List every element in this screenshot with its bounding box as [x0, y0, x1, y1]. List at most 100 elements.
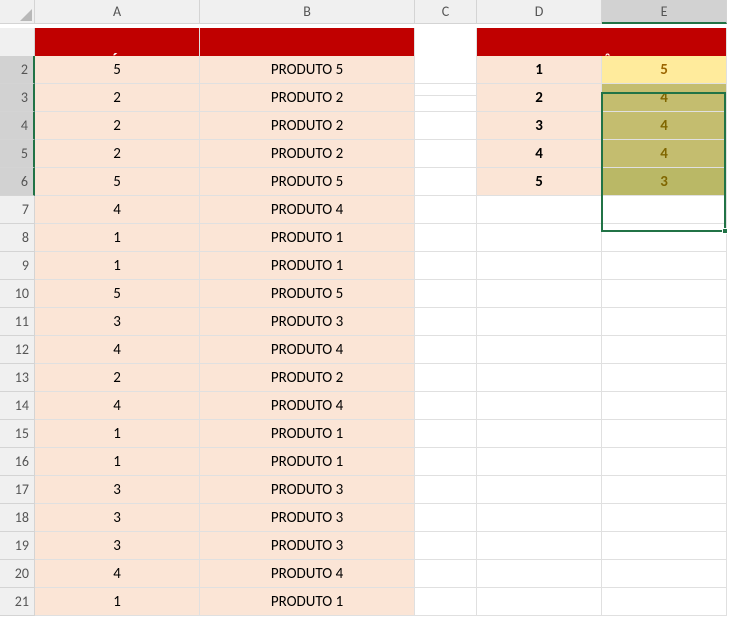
row-header-14[interactable]: 14: [0, 392, 35, 420]
cell-d10[interactable]: [477, 280, 602, 308]
cell-b4[interactable]: PRODUTO 2: [200, 112, 415, 140]
row-header-17[interactable]: 17: [0, 476, 35, 504]
cell-e5[interactable]: 4: [602, 140, 727, 168]
cell-e21[interactable]: [602, 588, 727, 616]
cell-c6[interactable]: [415, 168, 477, 196]
cell-c15[interactable]: [415, 420, 477, 448]
cell-e15[interactable]: [602, 420, 727, 448]
cell-a12[interactable]: 4: [35, 336, 200, 364]
cell-b18[interactable]: PRODUTO 3: [200, 504, 415, 532]
cell-d12[interactable]: [477, 336, 602, 364]
cell-c21[interactable]: [415, 588, 477, 616]
cell-b6[interactable]: PRODUTO 5: [200, 168, 415, 196]
cell-b21[interactable]: PRODUTO 1: [200, 588, 415, 616]
cell-e20[interactable]: [602, 560, 727, 588]
cell-a21[interactable]: 1: [35, 588, 200, 616]
cell-a11[interactable]: 3: [35, 308, 200, 336]
cell-b11[interactable]: PRODUTO 3: [200, 308, 415, 336]
cell-d2[interactable]: 1: [477, 56, 602, 84]
cell-e16[interactable]: [602, 448, 727, 476]
cell-a20[interactable]: 4: [35, 560, 200, 588]
cell-c11[interactable]: [415, 308, 477, 336]
row-header-10[interactable]: 10: [0, 280, 35, 308]
cell-b19[interactable]: PRODUTO 3: [200, 532, 415, 560]
cell-a17[interactable]: 3: [35, 476, 200, 504]
row-header-15[interactable]: 15: [0, 420, 35, 448]
spreadsheet[interactable]: A B C D E 1 CÓD. PRODUTO FREQUÊNCIA 2 5 …: [0, 0, 733, 616]
row-header-6[interactable]: 6: [0, 168, 35, 196]
cell-a7[interactable]: 4: [35, 196, 200, 224]
row-header-3[interactable]: 3: [0, 84, 35, 112]
cell-c16[interactable]: [415, 448, 477, 476]
cell-a4[interactable]: 2: [35, 112, 200, 140]
cell-b9[interactable]: PRODUTO 1: [200, 252, 415, 280]
cell-c18[interactable]: [415, 504, 477, 532]
cell-e9[interactable]: [602, 252, 727, 280]
row-header-20[interactable]: 20: [0, 560, 35, 588]
cell-b15[interactable]: PRODUTO 1: [200, 420, 415, 448]
cell-b7[interactable]: PRODUTO 4: [200, 196, 415, 224]
cell-d11[interactable]: [477, 308, 602, 336]
cell-c8[interactable]: [415, 224, 477, 252]
cell-e8[interactable]: [602, 224, 727, 252]
row-header-9[interactable]: 9: [0, 252, 35, 280]
cell-c7[interactable]: [415, 196, 477, 224]
cell-a5[interactable]: 2: [35, 140, 200, 168]
cell-b20[interactable]: PRODUTO 4: [200, 560, 415, 588]
cell-c5[interactable]: [415, 140, 477, 168]
cell-b17[interactable]: PRODUTO 3: [200, 476, 415, 504]
cell-e18[interactable]: [602, 504, 727, 532]
cell-e3[interactable]: 4: [602, 84, 727, 112]
cell-a18[interactable]: 3: [35, 504, 200, 532]
cell-c3[interactable]: [415, 84, 477, 112]
cell-c20[interactable]: [415, 560, 477, 588]
cell-b12[interactable]: PRODUTO 4: [200, 336, 415, 364]
cell-e2[interactable]: 5: [602, 56, 727, 84]
cell-c19[interactable]: [415, 532, 477, 560]
row-header-13[interactable]: 13: [0, 364, 35, 392]
cell-c4[interactable]: [415, 112, 477, 140]
cell-e19[interactable]: [602, 532, 727, 560]
cell-b14[interactable]: PRODUTO 4: [200, 392, 415, 420]
cell-a3[interactable]: 2: [35, 84, 200, 112]
cell-e7[interactable]: [602, 196, 727, 224]
cell-d8[interactable]: [477, 224, 602, 252]
cell-a8[interactable]: 1: [35, 224, 200, 252]
col-header-d[interactable]: D: [477, 0, 602, 24]
cell-e4[interactable]: 4: [602, 112, 727, 140]
cell-b13[interactable]: PRODUTO 2: [200, 364, 415, 392]
cell-d15[interactable]: [477, 420, 602, 448]
cell-c2[interactable]: [415, 56, 477, 84]
cell-e11[interactable]: [602, 308, 727, 336]
row-header-16[interactable]: 16: [0, 448, 35, 476]
row-header-18[interactable]: 18: [0, 504, 35, 532]
row-header-7[interactable]: 7: [0, 196, 35, 224]
cell-e13[interactable]: [602, 364, 727, 392]
cell-c17[interactable]: [415, 476, 477, 504]
cell-e12[interactable]: [602, 336, 727, 364]
cell-a10[interactable]: 5: [35, 280, 200, 308]
cell-b2[interactable]: PRODUTO 5: [200, 56, 415, 84]
col-header-e[interactable]: E: [602, 0, 727, 24]
col-header-c[interactable]: C: [415, 0, 477, 24]
cell-a15[interactable]: 1: [35, 420, 200, 448]
cell-a19[interactable]: 3: [35, 532, 200, 560]
select-all-corner[interactable]: [0, 0, 35, 24]
cell-d18[interactable]: [477, 504, 602, 532]
cell-a14[interactable]: 4: [35, 392, 200, 420]
row-header-11[interactable]: 11: [0, 308, 35, 336]
cell-d14[interactable]: [477, 392, 602, 420]
cell-c14[interactable]: [415, 392, 477, 420]
cell-d9[interactable]: [477, 252, 602, 280]
cell-c9[interactable]: [415, 252, 477, 280]
cell-d17[interactable]: [477, 476, 602, 504]
cell-d21[interactable]: [477, 588, 602, 616]
cell-b8[interactable]: PRODUTO 1: [200, 224, 415, 252]
col-header-a[interactable]: A: [35, 0, 200, 24]
cell-c10[interactable]: [415, 280, 477, 308]
row-header-4[interactable]: 4: [0, 112, 35, 140]
row-header-12[interactable]: 12: [0, 336, 35, 364]
row-header-5[interactable]: 5: [0, 140, 35, 168]
cell-d19[interactable]: [477, 532, 602, 560]
cell-b16[interactable]: PRODUTO 1: [200, 448, 415, 476]
